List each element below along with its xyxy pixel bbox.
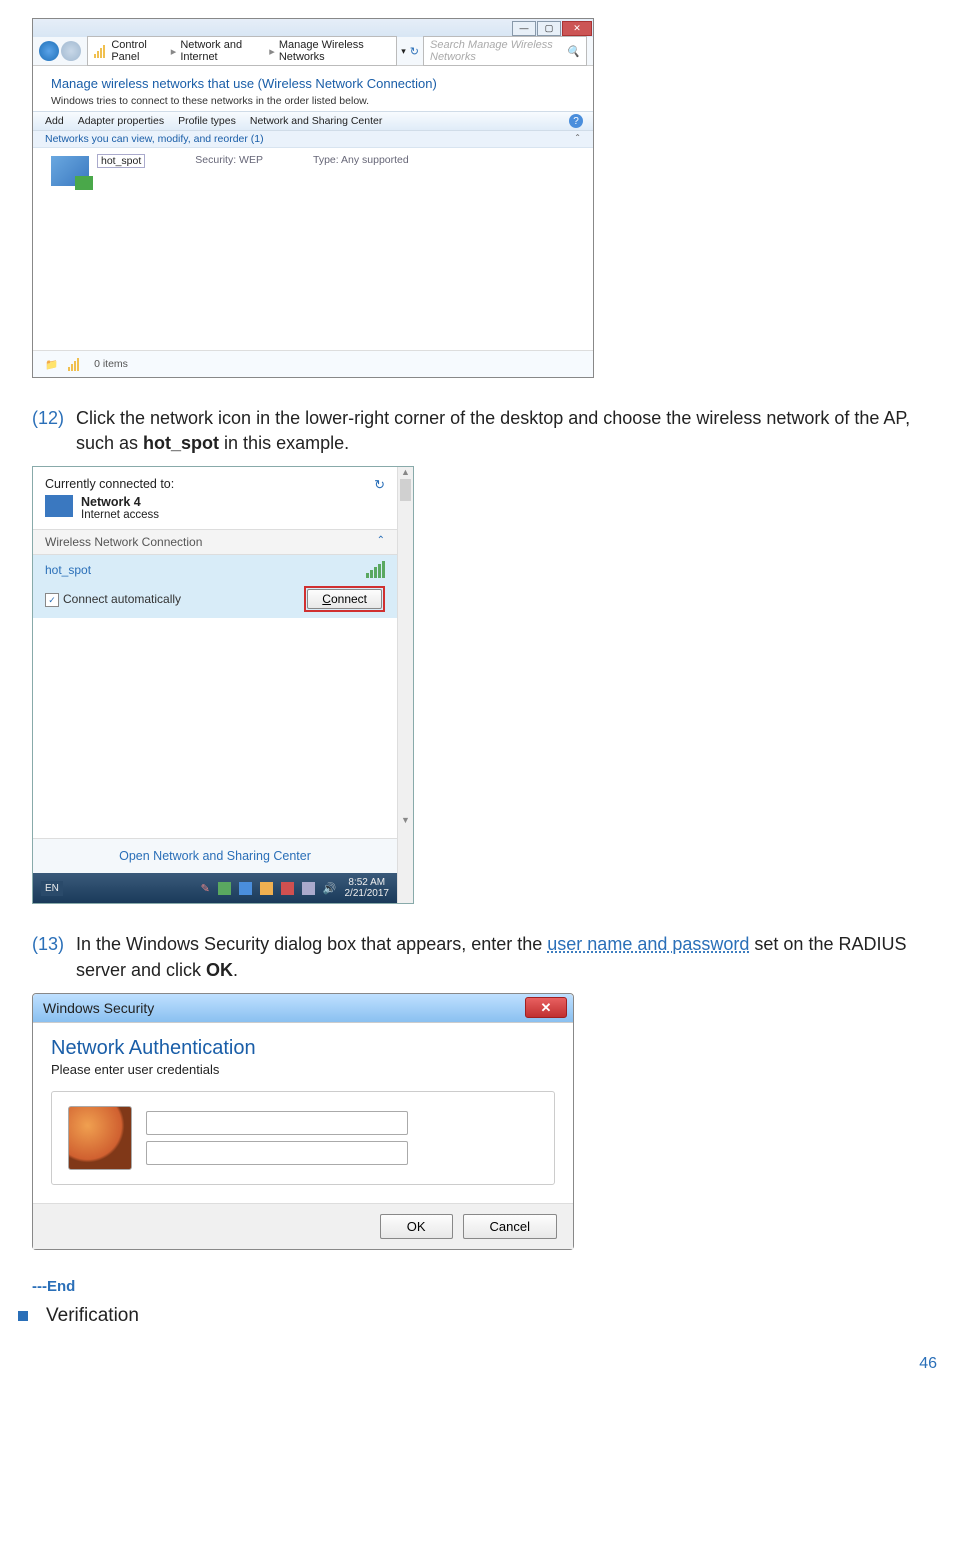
group-header[interactable]: Networks you can view, modify, and reord… — [33, 131, 593, 148]
open-network-center-link[interactable]: Open Network and Sharing Center — [33, 838, 397, 873]
minimize-button[interactable]: — — [512, 21, 536, 36]
date: 2/21/2017 — [345, 888, 390, 899]
network-security: Security: WEP — [195, 154, 263, 166]
volume-icon[interactable]: 🔊 — [323, 882, 337, 895]
wifi-item[interactable]: hot_spot ✓Connect automatically Connect — [33, 555, 397, 618]
tray-icon[interactable] — [281, 882, 294, 895]
page-title: Manage wireless networks that use (Wirel… — [51, 76, 575, 91]
wireless-section-header[interactable]: Wireless Network Connection ⌃ — [33, 529, 397, 555]
taskbar: EN ✎ 🔊 8:52 AM 2/21/2017 — [33, 873, 397, 903]
help-icon[interactable]: ? — [569, 114, 583, 128]
signal-icon — [366, 561, 385, 578]
search-placeholder: Search Manage Wireless Networks — [430, 39, 566, 63]
connect-highlight: Connect — [304, 586, 385, 612]
end-marker: ---End — [32, 1278, 937, 1295]
step-13: (13) In the Windows Security dialog box … — [32, 932, 937, 982]
signal-icon — [94, 44, 107, 58]
wifi-name: hot_spot — [45, 563, 91, 577]
step-number: (13) — [32, 932, 68, 982]
search-input[interactable]: Search Manage Wireless Networks 🔍 — [423, 36, 587, 66]
current-network-name: Network 4 — [81, 495, 159, 509]
network-name: hot_spot — [97, 154, 145, 168]
refresh-icon[interactable]: ↻ — [374, 477, 385, 493]
status-text: 0 items — [94, 358, 128, 370]
tray-icon[interactable] — [218, 882, 231, 895]
toolbar-adapter-properties[interactable]: Adapter properties — [78, 115, 164, 127]
step-12: (12) Click the network icon in the lower… — [32, 406, 937, 456]
tray-heading: Currently connected to: — [45, 477, 174, 491]
status-bar: 📁 0 items — [33, 350, 593, 377]
password-input[interactable] — [146, 1141, 408, 1165]
window-titlebar: — ▢ ✕ — [33, 19, 593, 37]
network-tray-icon[interactable] — [302, 882, 315, 895]
tray-icon[interactable] — [239, 882, 252, 895]
pen-icon[interactable]: ✎ — [201, 882, 210, 895]
network-type: Type: Any supported — [313, 154, 409, 166]
page-number: 46 — [32, 1355, 937, 1373]
chevron-right-icon: ▸ — [171, 45, 177, 58]
avatar-icon — [68, 1106, 132, 1170]
chevron-up-icon: ⌃ — [574, 133, 581, 145]
dialog-titlebar: Windows Security ✕ — [33, 994, 573, 1022]
close-button[interactable]: ✕ — [525, 997, 567, 1018]
maximize-button[interactable]: ▢ — [537, 21, 561, 36]
verification-heading: Verification — [18, 1305, 937, 1327]
toolbar-add[interactable]: Add — [45, 115, 64, 127]
back-button[interactable] — [39, 41, 59, 61]
chevron-up-icon: ⌃ — [377, 535, 385, 549]
breadcrumb-item[interactable]: Network and Internet — [180, 39, 265, 63]
page-header: Manage wireless networks that use (Wirel… — [33, 66, 593, 111]
address-bar-row: Control Panel▸ Network and Internet▸ Man… — [33, 37, 593, 66]
verification-label: Verification — [46, 1305, 139, 1327]
close-button[interactable]: ✕ — [562, 21, 592, 36]
dialog-buttons: OK Cancel — [33, 1203, 573, 1249]
section-label: Wireless Network Connection — [45, 535, 202, 549]
breadcrumb-item[interactable]: Control Panel — [111, 39, 166, 63]
dialog-subheading: Please enter user credentials — [51, 1062, 555, 1077]
connect-button[interactable]: Connect — [307, 589, 382, 609]
tray-header: Currently connected to: Network 4 Intern… — [33, 467, 397, 529]
time: 8:52 AM — [345, 877, 390, 888]
search-icon: 🔍 — [566, 45, 580, 58]
page-subtitle: Windows tries to connect to these networ… — [51, 95, 575, 107]
forward-button[interactable] — [61, 41, 81, 61]
breadcrumb-item[interactable]: Manage Wireless Networks — [279, 39, 390, 63]
bullet-icon — [18, 1311, 28, 1321]
breadcrumb[interactable]: Control Panel▸ Network and Internet▸ Man… — [87, 36, 397, 66]
clock[interactable]: 8:52 AM 2/21/2017 — [345, 877, 390, 899]
tray-icon[interactable] — [260, 882, 273, 895]
dialog-heading: Network Authentication — [51, 1037, 555, 1060]
network-icon — [45, 495, 73, 517]
language-indicator[interactable]: EN — [41, 881, 63, 896]
tray-spacer — [33, 618, 397, 838]
dropdown-icon[interactable]: ▾ — [401, 46, 406, 57]
step-number: (12) — [32, 406, 68, 456]
signal-icon — [68, 357, 84, 371]
refresh-icon[interactable]: ↻ — [410, 45, 419, 58]
scrollbar[interactable]: ▲ ▼ — [397, 467, 413, 903]
current-network-desc: Internet access — [81, 509, 159, 521]
toolbar-network-sharing[interactable]: Network and Sharing Center — [250, 115, 383, 127]
dialog-title: Windows Security — [43, 1000, 154, 1016]
network-list: hot_spot Security: WEP Type: Any support… — [33, 148, 593, 350]
group-label: Networks you can view, modify, and reord… — [45, 133, 264, 145]
windows-security-dialog: Windows Security ✕ Network Authenticatio… — [32, 993, 574, 1250]
control-panel-window: — ▢ ✕ Control Panel ▸ Network and Interne… — [32, 18, 594, 378]
ok-button[interactable]: OK — [380, 1214, 453, 1239]
toolbar-profile-types[interactable]: Profile types — [178, 115, 236, 127]
username-input[interactable] — [146, 1111, 408, 1135]
username-password-link[interactable]: user name and password — [547, 934, 749, 954]
credentials-form — [51, 1091, 555, 1185]
network-item[interactable]: hot_spot — [51, 154, 145, 186]
network-tray-popup: Currently connected to: Network 4 Intern… — [32, 466, 414, 904]
toolbar: Add Adapter properties Profile types Net… — [33, 111, 593, 131]
chevron-right-icon: ▸ — [269, 45, 275, 58]
step-text: In the Windows Security dialog box that … — [76, 932, 937, 982]
folder-icon: 📁 — [45, 358, 58, 371]
cancel-button[interactable]: Cancel — [463, 1214, 557, 1239]
step-text: Click the network icon in the lower-righ… — [76, 406, 937, 456]
auto-connect-checkbox[interactable]: ✓Connect automatically — [45, 592, 181, 608]
network-icon — [51, 156, 89, 186]
current-connection: Network 4 Internet access — [45, 495, 174, 521]
